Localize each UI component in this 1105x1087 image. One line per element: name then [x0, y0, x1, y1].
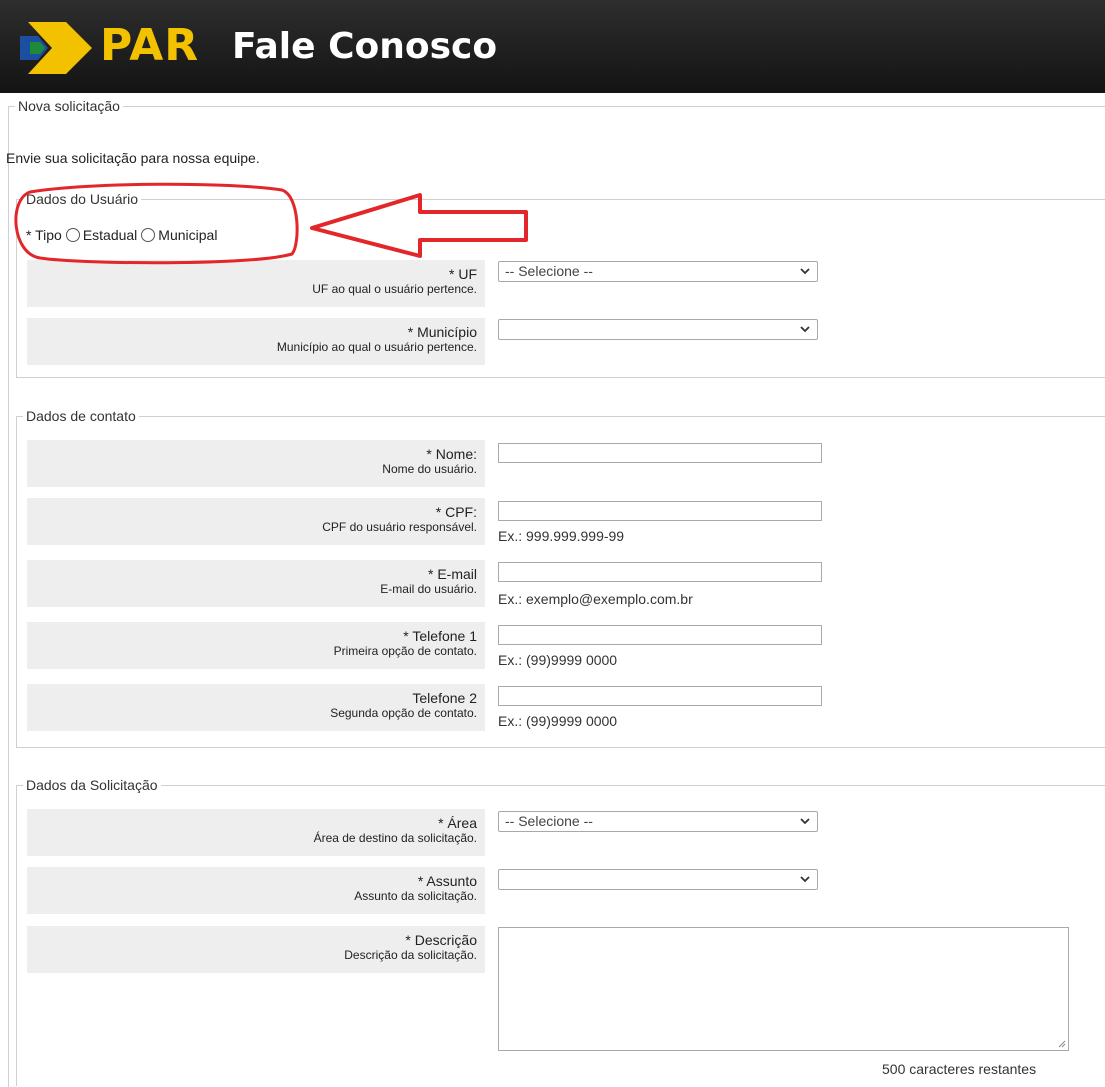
header-banner: PAR Fale Conosco [0, 0, 1105, 93]
uf-select-value: -- Selecione -- [505, 263, 593, 279]
fieldset-legend: Dados da Solicitação [23, 776, 161, 794]
descricao-textarea[interactable] [498, 927, 1069, 1051]
cpf-example: Ex.: 999.999.999-99 [498, 528, 625, 544]
nome-label-cell: * Nome: Nome do usuário. [27, 440, 485, 487]
assunto-hint: Assunto da solicitação. [354, 889, 477, 903]
fieldset-legend: Dados do Usuário [23, 190, 142, 208]
descricao-hint: Descrição da solicitação. [344, 948, 477, 962]
telefone1-label-cell: * Telefone 1 Primeira opção de contato. [27, 622, 485, 669]
municipio-hint: Município ao qual o usuário pertence. [276, 340, 477, 354]
email-label: * E-mail [427, 566, 477, 582]
municipio-select[interactable] [498, 319, 818, 340]
telefone2-example: Ex.: (99)9999 0000 [498, 713, 618, 729]
municipio-label-cell: * Município Município ao qual o usuário … [27, 318, 485, 365]
area-label: * Área [438, 815, 477, 831]
assunto-label-cell: * Assunto Assunto da solicitação. [27, 867, 485, 914]
brand-name: PAR [100, 20, 200, 71]
telefone2-label-cell: Telefone 2 Segunda opção de contato. [27, 684, 485, 731]
email-hint: E-mail do usuário. [380, 582, 477, 596]
fieldset-legend: Dados de contato [23, 407, 139, 425]
municipio-label: * Município [407, 324, 477, 340]
chevron-down-icon [800, 326, 810, 333]
cpf-hint: CPF do usuário responsável. [322, 520, 477, 534]
radio-estadual[interactable] [65, 228, 80, 242]
telefone2-label: Telefone 2 [412, 690, 477, 706]
telefone1-input[interactable] [498, 625, 822, 645]
cpf-label: * CPF: [435, 504, 477, 520]
area-select-value: -- Selecione -- [505, 813, 593, 829]
chevron-down-icon [800, 818, 810, 825]
fieldset-legend: Nova solicitação [15, 97, 123, 115]
uf-label-cell: * UF UF ao qual o usuário pertence. [27, 260, 485, 307]
email-input[interactable] [498, 562, 822, 582]
telefone2-input[interactable] [498, 686, 822, 706]
cpf-label-cell: * CPF: CPF do usuário responsável. [27, 498, 485, 545]
telefone2-hint: Segunda opção de contato. [330, 706, 477, 720]
cpf-input[interactable] [498, 501, 822, 521]
page-title: Fale Conosco [232, 26, 498, 67]
telefone1-label: * Telefone 1 [403, 628, 477, 644]
area-select[interactable]: -- Selecione -- [498, 811, 818, 832]
par-logo-icon [20, 22, 92, 74]
nome-input[interactable] [498, 443, 822, 463]
nome-hint: Nome do usuário. [382, 462, 477, 476]
radio-municipal[interactable] [141, 228, 156, 242]
descricao-label: * Descrição [405, 932, 477, 948]
chevron-down-icon [800, 876, 810, 883]
descricao-label-cell: * Descrição Descrição da solicitação. [27, 926, 485, 973]
nome-label: * Nome: [426, 446, 477, 462]
assunto-select[interactable] [498, 869, 818, 890]
uf-label: * UF [449, 266, 477, 282]
char-counter: 500 caracteres restantes [882, 1061, 1037, 1077]
email-example: Ex.: exemplo@exemplo.com.br [498, 591, 693, 607]
email-label-cell: * E-mail E-mail do usuário. [27, 560, 485, 607]
telefone1-hint: Primeira opção de contato. [333, 644, 477, 658]
area-label-cell: * Área Área de destino da solicitação. [27, 809, 485, 856]
assunto-label: * Assunto [417, 873, 477, 889]
intro-text: Envie sua solicitação para nossa equipe. [6, 150, 260, 166]
radio-estadual-label[interactable]: Estadual [83, 227, 137, 243]
telefone1-example: Ex.: (99)9999 0000 [498, 652, 618, 668]
resize-grip-icon[interactable] [1056, 1038, 1066, 1048]
radio-municipal-label[interactable]: Municipal [158, 227, 217, 243]
chevron-down-icon [800, 268, 810, 275]
tipo-radio-group: * Tipo Estadual Municipal [26, 227, 217, 243]
tipo-label: * Tipo [26, 227, 62, 243]
area-hint: Área de destino da solicitação. [313, 831, 477, 845]
uf-select[interactable]: -- Selecione -- [498, 261, 818, 282]
uf-hint: UF ao qual o usuário pertence. [312, 282, 477, 296]
